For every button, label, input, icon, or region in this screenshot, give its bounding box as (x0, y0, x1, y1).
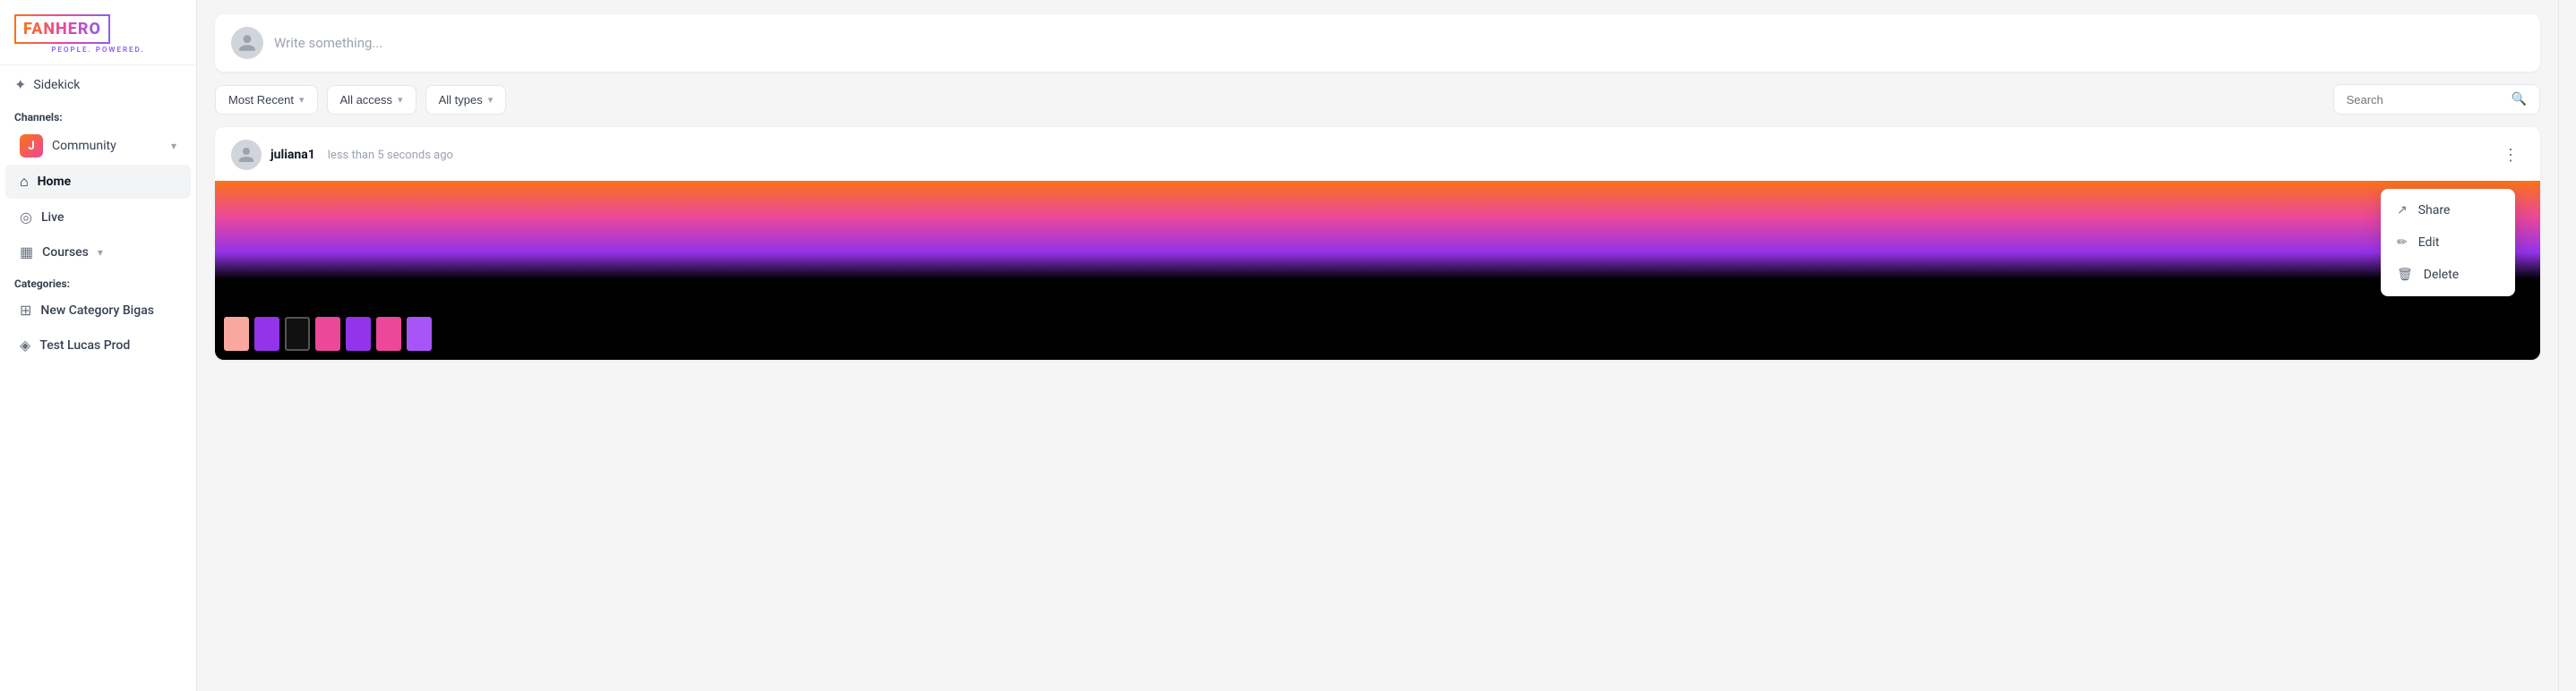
main-content: Write something... Most Recent ▾ All acc… (197, 0, 2558, 691)
categories-label: Categories: (0, 270, 196, 294)
nav-item-test-lucas[interactable]: ◈ Test Lucas Prod (5, 328, 191, 362)
filter-bar: Most Recent ▾ All access ▾ All types ▾ 🔍 (215, 84, 2540, 115)
block-n (285, 317, 310, 351)
post-dropdown-menu: ↗ Share ✏ Edit 🗑 Delete (2381, 189, 2515, 296)
test-lucas-icon: ◈ (20, 337, 30, 354)
sidekick-icon: ✦ (14, 76, 26, 93)
block-h (315, 317, 340, 351)
share-icon: ↗ (2397, 203, 2408, 218)
search-box[interactable]: 🔍 (2333, 84, 2540, 115)
composer-placeholder: Write something... (274, 35, 2524, 51)
block-a (254, 317, 279, 351)
nav-item-courses[interactable]: ▦ Courses ▾ (5, 235, 191, 269)
share-label: Share (2418, 203, 2451, 218)
most-recent-label: Most Recent (228, 93, 294, 107)
block-e (346, 317, 371, 351)
block-r (376, 317, 401, 351)
all-types-label: All types (439, 93, 483, 107)
nav-item-live[interactable]: ◎ Live (5, 200, 191, 234)
channel-letter: J (20, 134, 43, 158)
edit-label: Edit (2418, 235, 2440, 250)
post-card: juliana1 less than 5 seconds ago ⋮ ↗ Sha… (215, 127, 2540, 360)
delete-menu-item[interactable]: 🗑 Delete (2381, 259, 2515, 291)
nav-label-home: Home (38, 175, 71, 189)
channel-chevron-icon: ▾ (171, 140, 176, 152)
nav-item-home[interactable]: ⌂ Home (5, 165, 191, 199)
nav-label-test-lucas: Test Lucas Prod (39, 338, 130, 353)
post-avatar (231, 140, 262, 170)
edit-icon: ✏ (2397, 235, 2408, 250)
nav-item-new-category[interactable]: ⊞ New Category Bigas (5, 294, 191, 327)
all-access-chevron-icon: ▾ (398, 94, 403, 106)
logo-subtitle: PEOPLE. POWERED. (14, 46, 182, 54)
post-header: juliana1 less than 5 seconds ago ⋮ ↗ Sha… (215, 127, 2540, 181)
courses-icon: ▦ (20, 243, 33, 260)
composer-avatar (231, 27, 263, 59)
share-menu-item[interactable]: ↗ Share (2381, 194, 2515, 226)
edit-menu-item[interactable]: ✏ Edit (2381, 226, 2515, 259)
most-recent-filter[interactable]: Most Recent ▾ (215, 85, 318, 115)
search-input[interactable] (2347, 93, 2504, 107)
search-icon[interactable]: 🔍 (2512, 92, 2527, 107)
live-icon: ◎ (20, 209, 32, 226)
sidebar: FANHERO PEOPLE. POWERED. ✦ Sidekick Chan… (0, 0, 197, 691)
sidekick-row[interactable]: ✦ Sidekick (0, 65, 196, 104)
logo-area: FANHERO PEOPLE. POWERED. (0, 0, 196, 65)
right-panel (2558, 0, 2576, 691)
all-types-filter[interactable]: All types ▾ (425, 85, 507, 115)
fanhero-logo: FANHERO (14, 14, 110, 44)
channels-label: Channels: (0, 104, 196, 127)
courses-chevron-icon: ▾ (98, 246, 103, 259)
post-image-logo (224, 317, 432, 351)
nav-label-new-category: New Category Bigas (40, 303, 154, 318)
three-dots-icon: ⋮ (2503, 146, 2519, 165)
sidekick-label: Sidekick (33, 78, 80, 92)
nav-label-courses: Courses (42, 245, 89, 260)
category-icon: ⊞ (20, 302, 31, 319)
all-access-label: All access (340, 93, 393, 107)
post-time: less than 5 seconds ago (328, 149, 453, 162)
post-composer[interactable]: Write something... (215, 14, 2540, 72)
all-types-chevron-icon: ▾ (488, 94, 494, 106)
most-recent-chevron-icon: ▾ (299, 94, 305, 106)
block-o (407, 317, 432, 351)
community-channel-item[interactable]: J Community ▾ (5, 127, 191, 165)
block-f (224, 317, 249, 351)
post-menu-button[interactable]: ⋮ ↗ Share ✏ Edit 🗑 Delete (2497, 144, 2524, 166)
post-author: juliana1 (270, 148, 315, 162)
nav-label-live: Live (41, 210, 64, 225)
all-access-filter[interactable]: All access ▾ (327, 85, 416, 115)
post-image (215, 181, 2540, 360)
delete-icon: 🗑 (2397, 268, 2413, 282)
logo-text: FANHERO (23, 20, 101, 38)
home-icon: ⌂ (20, 173, 29, 191)
delete-label: Delete (2424, 268, 2459, 282)
channel-name: Community (52, 139, 162, 153)
